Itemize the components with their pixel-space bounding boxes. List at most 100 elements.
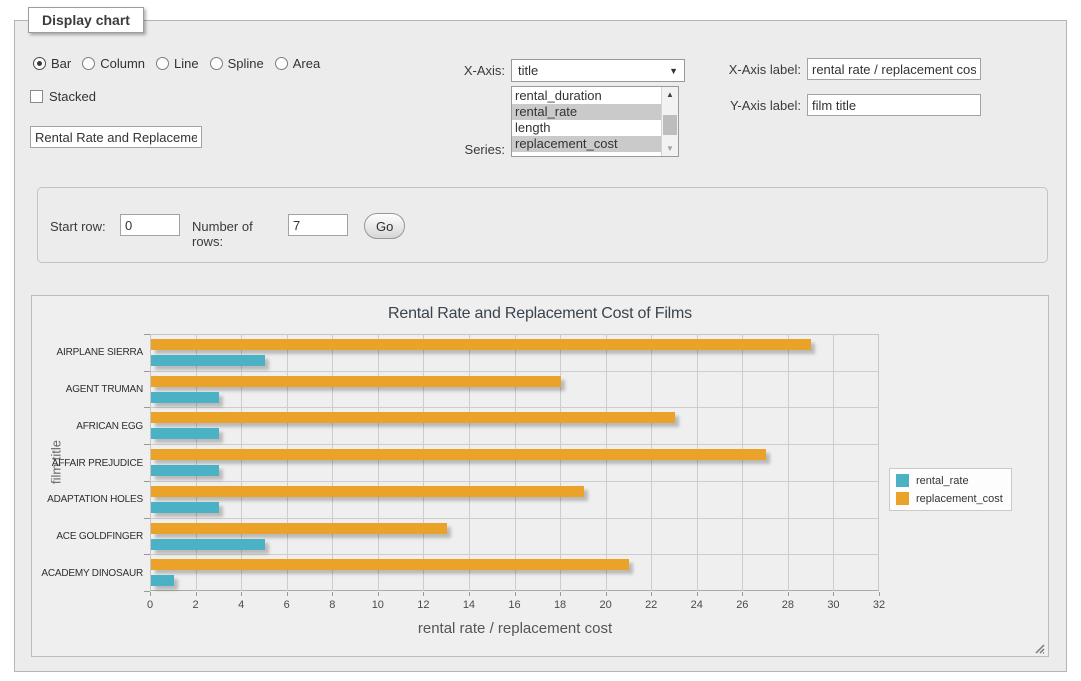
- x-tick-label: 26: [729, 599, 755, 611]
- x-tick-label: 6: [274, 599, 300, 611]
- legend-swatch-rental_rate: [896, 474, 909, 487]
- x-tick-mark: [469, 592, 470, 596]
- chart-title-input[interactable]: [30, 126, 202, 148]
- x-tick-mark: [196, 592, 197, 596]
- chart-title: Rental Rate and Replacement Cost of Film…: [32, 305, 1048, 323]
- gridline-horizontal: [150, 481, 879, 482]
- scroll-down-icon[interactable]: ▼: [662, 141, 678, 156]
- chart-x-axis-title: rental rate / replacement cost: [350, 620, 680, 637]
- x-axis-label-input[interactable]: [807, 58, 981, 80]
- chart-type-option-bar[interactable]: Bar: [33, 56, 71, 71]
- gridline-vertical: [469, 334, 470, 591]
- bar-rental_rate: [151, 392, 219, 403]
- num-rows-label: Number of rows:: [192, 219, 286, 249]
- series-label: Series:: [395, 142, 505, 157]
- bar-rental_rate: [151, 465, 219, 476]
- bar-rental_rate: [151, 539, 265, 550]
- scrollbar-thumb[interactable]: [663, 115, 677, 135]
- x-tick-label: 28: [775, 599, 801, 611]
- x-axis-label: X-Axis:: [395, 63, 505, 78]
- display-chart-fieldset: Display chart BarColumnLineSplineArea St…: [14, 20, 1067, 672]
- y-tick-mark: [144, 481, 150, 482]
- gridline-vertical: [378, 334, 379, 591]
- chart-type-option-area[interactable]: Area: [275, 56, 320, 71]
- x-tick-mark: [241, 592, 242, 596]
- x-tick-label: 14: [456, 599, 482, 611]
- y-tick-mark: [144, 371, 150, 372]
- series-option-length[interactable]: length: [512, 120, 661, 136]
- chart-type-option-spline[interactable]: Spline: [210, 56, 264, 71]
- radio-icon: [275, 57, 288, 70]
- y-tick-mark: [144, 518, 150, 519]
- category-label: ADAPTATION HOLES: [41, 494, 143, 505]
- chart-type-option-label: Column: [100, 56, 145, 71]
- legend-swatch-replacement_cost: [896, 492, 909, 505]
- x-tick-mark: [378, 592, 379, 596]
- radio-icon: [210, 57, 223, 70]
- gridline-vertical: [788, 334, 789, 591]
- y-axis-label-input[interactable]: [807, 94, 981, 116]
- chart-resize-handle[interactable]: [1034, 642, 1045, 653]
- x-tick-label: 0: [137, 599, 163, 611]
- chart-type-option-column[interactable]: Column: [82, 56, 145, 71]
- chart-type-group: Bar Column Line Spline Area: [33, 56, 320, 71]
- chevron-down-icon: ▼: [669, 66, 678, 76]
- x-axis-select-value: title: [518, 63, 669, 78]
- x-tick-mark: [560, 592, 561, 596]
- gridline-horizontal: [150, 371, 879, 372]
- go-button[interactable]: Go: [364, 213, 405, 239]
- series-listbox[interactable]: rental_durationrental_ratelengthreplacem…: [511, 86, 679, 157]
- x-tick-mark: [332, 592, 333, 596]
- y-tick-mark: [144, 591, 150, 592]
- bar-replacement_cost: [151, 486, 584, 497]
- stacked-label: Stacked: [49, 89, 96, 104]
- x-tick-label: 30: [820, 599, 846, 611]
- x-tick-mark: [879, 592, 880, 596]
- x-tick-mark: [697, 592, 698, 596]
- x-tick-label: 8: [319, 599, 345, 611]
- x-tick-mark: [788, 592, 789, 596]
- gridline-vertical: [287, 334, 288, 591]
- stacked-checkbox[interactable]: [30, 90, 43, 103]
- chart-area: Rental Rate and Replacement Cost of Film…: [31, 295, 1049, 657]
- start-row-label: Start row:: [50, 219, 112, 234]
- x-tick-mark: [651, 592, 652, 596]
- y-tick-mark: [144, 334, 150, 335]
- bar-replacement_cost: [151, 559, 629, 570]
- series-listbox-scrollbar[interactable]: ▲ ▼: [661, 87, 678, 156]
- start-row-input[interactable]: [120, 214, 180, 236]
- category-label: AFFAIR PREJUDICE: [41, 458, 143, 469]
- x-tick-label: 22: [638, 599, 664, 611]
- x-tick-label: 16: [502, 599, 528, 611]
- x-tick-label: 2: [183, 599, 209, 611]
- legend-row: rental_rate: [896, 474, 1003, 487]
- gridline-vertical: [606, 334, 607, 591]
- y-tick-mark: [144, 554, 150, 555]
- scroll-up-icon[interactable]: ▲: [662, 87, 678, 102]
- bar-replacement_cost: [151, 449, 766, 460]
- x-tick-label: 4: [228, 599, 254, 611]
- chart-type-option-label: Area: [293, 56, 320, 71]
- bar-replacement_cost: [151, 339, 811, 350]
- num-rows-input[interactable]: [288, 214, 348, 236]
- series-option-rental_duration[interactable]: rental_duration: [512, 88, 661, 104]
- x-tick-label: 18: [547, 599, 573, 611]
- gridline-horizontal: [150, 554, 879, 555]
- gridline-horizontal: [150, 518, 879, 519]
- x-axis-select[interactable]: title ▼: [511, 59, 685, 82]
- fieldset-legend: Display chart: [28, 7, 144, 33]
- gridline-vertical: [742, 334, 743, 591]
- series-option-rental_rate[interactable]: rental_rate: [512, 104, 661, 120]
- bar-replacement_cost: [151, 523, 447, 534]
- chart-type-option-line[interactable]: Line: [156, 56, 199, 71]
- gridline-vertical: [515, 334, 516, 591]
- gridline-vertical: [423, 334, 424, 591]
- gridline-vertical: [241, 334, 242, 591]
- bar-rental_rate: [151, 355, 265, 366]
- series-option-replacement_cost[interactable]: replacement_cost: [512, 136, 661, 152]
- series-listbox-options: rental_durationrental_ratelengthreplacem…: [512, 87, 661, 156]
- category-label: AFRICAN EGG: [41, 421, 143, 432]
- bar-rental_rate: [151, 428, 219, 439]
- bar-rental_rate: [151, 575, 174, 586]
- chart-legend: rental_ratereplacement_cost: [889, 468, 1012, 511]
